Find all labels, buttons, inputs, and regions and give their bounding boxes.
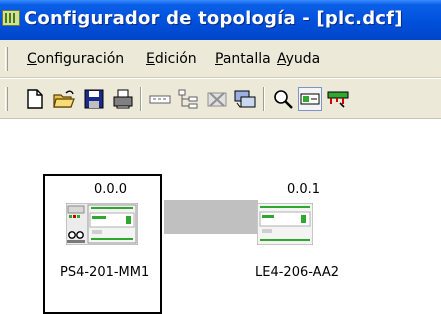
device-address: 0.0.1 — [287, 182, 321, 197]
io-module-icon — [256, 202, 314, 246]
app-module-icon — [2, 10, 20, 26]
open-folder-icon[interactable] — [52, 87, 76, 111]
device-le4-206-aa2[interactable] — [256, 202, 314, 246]
device-address: 0.0.0 — [94, 182, 128, 197]
toolbar-separator — [263, 87, 265, 111]
tree-view-icon[interactable] — [176, 87, 200, 111]
menu-edicion[interactable]: Edición — [146, 51, 197, 67]
toolbar-separator — [140, 87, 142, 111]
module-config-icon[interactable] — [298, 87, 322, 111]
new-file-icon[interactable] — [23, 87, 47, 111]
menu-bar: Configuración Edición Pantalla Ayuda — [0, 40, 441, 78]
device-name: LE4-206-AA2 — [255, 265, 340, 280]
bus-config-icon[interactable] — [326, 87, 350, 111]
title-bar[interactable]: Configurador de topología - [plc.dcf] — [0, 0, 441, 40]
plc-module-icon — [65, 202, 139, 246]
device-name: PS4-201-MM1 — [60, 265, 150, 280]
print-icon[interactable] — [111, 87, 135, 111]
save-disk-icon[interactable] — [82, 87, 106, 111]
menu-configuracion[interactable]: Configuración — [27, 51, 124, 67]
delete-module-icon[interactable] — [205, 87, 229, 111]
module-icon[interactable] — [148, 87, 172, 111]
network-icon[interactable] — [233, 87, 257, 111]
zoom-icon[interactable] — [271, 87, 295, 111]
toolbar-grip[interactable] — [5, 87, 8, 111]
menu-ayuda[interactable]: Ayuda — [277, 51, 320, 67]
toolbar — [0, 79, 441, 119]
menu-bar-grip[interactable] — [5, 47, 8, 71]
device-ps4-201-mm1[interactable] — [65, 202, 139, 246]
menu-pantalla[interactable]: Pantalla — [215, 51, 271, 67]
bus-connection — [164, 200, 258, 234]
window-title: Configurador de topología - [plc.dcf] — [24, 8, 403, 29]
